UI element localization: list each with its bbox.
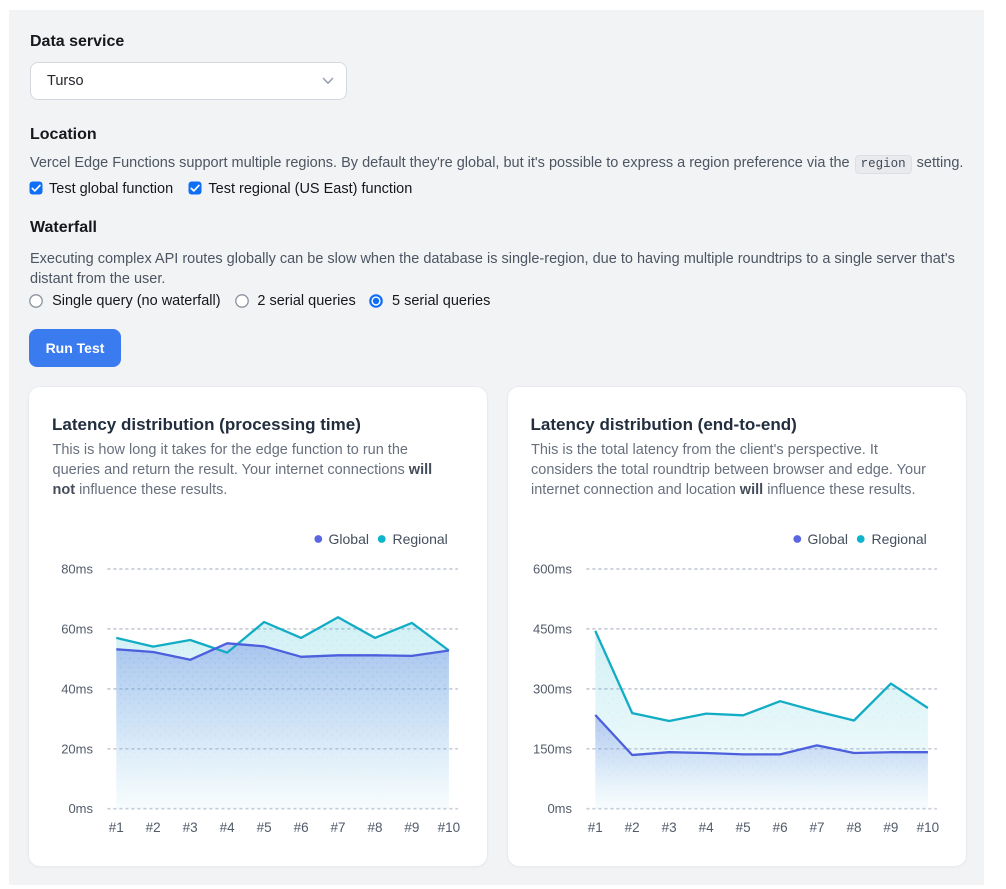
svg-text:#10: #10	[438, 820, 461, 835]
svg-text:#9: #9	[404, 820, 419, 835]
svg-text:0ms: 0ms	[68, 801, 93, 816]
svg-text:#1: #1	[587, 820, 602, 835]
svg-text:Regional: Regional	[871, 531, 926, 547]
svg-text:#2: #2	[624, 820, 639, 835]
svg-text:#4: #4	[698, 820, 714, 835]
svg-text:#9: #9	[883, 820, 898, 835]
svg-text:#4: #4	[220, 820, 236, 835]
svg-text:#6: #6	[772, 820, 787, 835]
svg-text:40ms: 40ms	[61, 681, 93, 696]
svg-text:#8: #8	[367, 820, 382, 835]
svg-text:150ms: 150ms	[532, 741, 572, 756]
svg-text:Regional: Regional	[393, 531, 448, 547]
svg-text:Global: Global	[807, 531, 847, 547]
svg-text:450ms: 450ms	[532, 621, 572, 636]
svg-text:#5: #5	[257, 820, 272, 835]
svg-text:#7: #7	[330, 820, 345, 835]
svg-text:#5: #5	[735, 820, 750, 835]
svg-text:#8: #8	[846, 820, 861, 835]
svg-text:Global: Global	[329, 531, 369, 547]
svg-text:#10: #10	[916, 820, 939, 835]
svg-text:#6: #6	[294, 820, 309, 835]
svg-text:#3: #3	[661, 820, 676, 835]
svg-text:60ms: 60ms	[61, 621, 93, 636]
svg-text:#1: #1	[109, 820, 124, 835]
svg-text:80ms: 80ms	[61, 562, 93, 577]
svg-text:20ms: 20ms	[61, 741, 93, 756]
svg-text:0ms: 0ms	[547, 801, 572, 816]
svg-text:#2: #2	[146, 820, 161, 835]
svg-text:#7: #7	[809, 820, 824, 835]
svg-text:#3: #3	[183, 820, 198, 835]
svg-text:600ms: 600ms	[532, 562, 572, 577]
svg-text:300ms: 300ms	[532, 681, 572, 696]
